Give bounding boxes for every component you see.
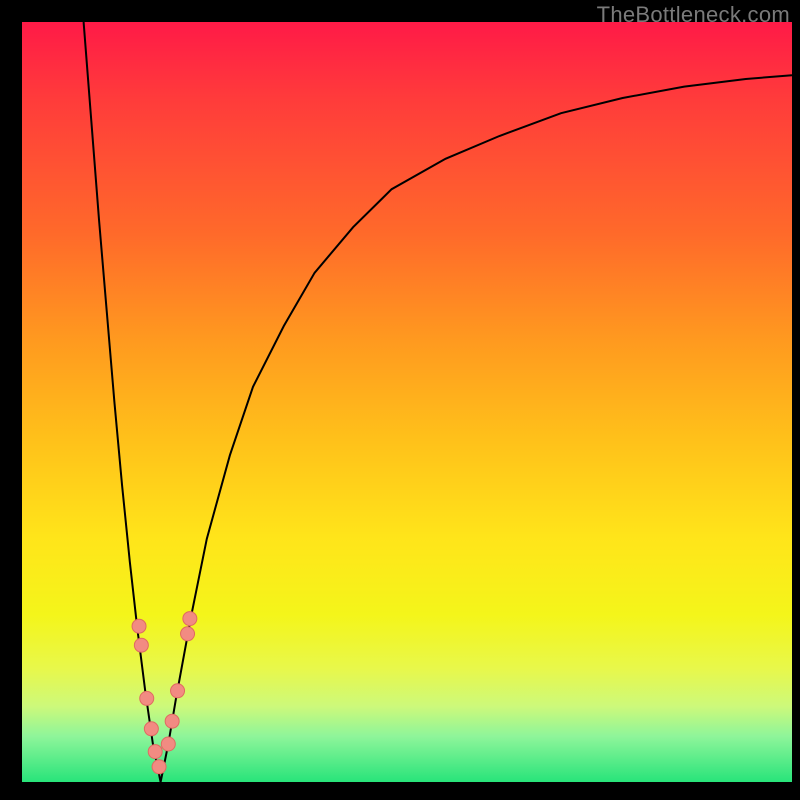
- chart-plot-area: [22, 22, 792, 782]
- chart-svg: [22, 22, 792, 782]
- curve-left-branch: [84, 22, 161, 782]
- data-marker: [140, 691, 154, 705]
- chart-frame: TheBottleneck.com: [0, 0, 800, 800]
- data-marker: [152, 760, 166, 774]
- marker-group: [132, 612, 197, 774]
- curve-group: [84, 22, 792, 782]
- data-marker: [148, 745, 162, 759]
- data-marker: [181, 627, 195, 641]
- data-marker: [144, 722, 158, 736]
- watermark-text: TheBottleneck.com: [597, 2, 790, 28]
- data-marker: [132, 619, 146, 633]
- data-marker: [161, 737, 175, 751]
- data-marker: [183, 612, 197, 626]
- data-marker: [165, 714, 179, 728]
- data-marker: [171, 684, 185, 698]
- curve-right-branch: [161, 75, 792, 782]
- data-marker: [134, 638, 148, 652]
